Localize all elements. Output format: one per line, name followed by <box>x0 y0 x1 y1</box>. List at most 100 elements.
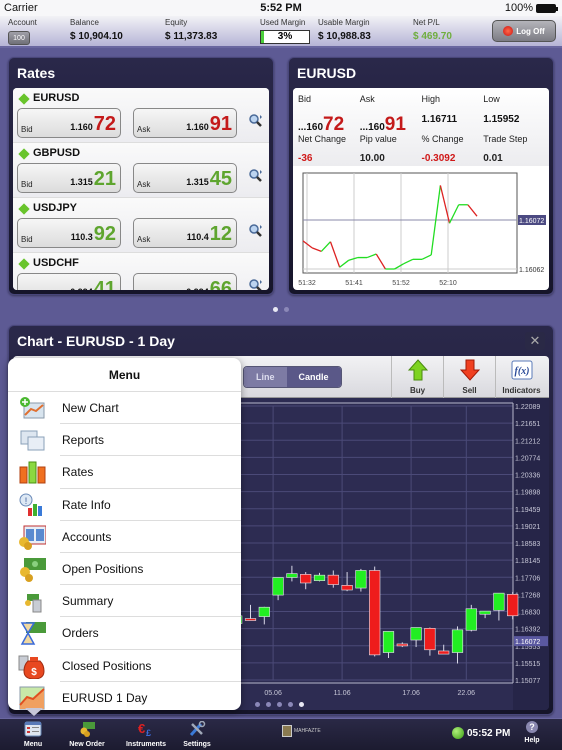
menu-item[interactable]: New Chart <box>8 392 241 425</box>
candle-up <box>286 573 298 578</box>
bid-prefix: 1.160 <box>70 122 93 132</box>
chart-type-toggle: Line Candle <box>243 366 342 388</box>
ask-pip: 45 <box>209 168 232 190</box>
bid-label: Bid <box>298 94 312 104</box>
candle-chart-toggle[interactable]: Candle <box>286 367 341 387</box>
y-tick-label: 1.19021 <box>515 524 540 531</box>
ask-prefix: 1.315 <box>186 177 209 187</box>
buy-button[interactable]: Buy <box>391 356 443 398</box>
menu-item[interactable]: Summary <box>8 585 241 618</box>
menu-item-label: Orders <box>62 626 99 641</box>
ask-quote-button[interactable]: Ask 1.16091 <box>133 108 237 138</box>
candle-up <box>313 574 326 581</box>
net-pl-label: Net P/L <box>413 18 440 27</box>
indicators-label: Indicators <box>502 386 541 395</box>
bid-prefix: 1.315 <box>70 177 93 187</box>
log-off-label: Log Off <box>516 26 545 36</box>
bid-quote-button[interactable]: Bid 1.16072 <box>17 108 121 138</box>
y-tick-label: 1.21651 <box>515 421 540 428</box>
menu-item[interactable]: EURUSD 1 Day <box>8 682 241 710</box>
candle-down <box>244 618 257 621</box>
bid-pip: 41 <box>93 278 116 290</box>
logo-mark-icon <box>282 725 292 737</box>
log-off-button[interactable]: Log Off <box>492 20 556 42</box>
tick-y-label: 1.16062 <box>519 267 544 274</box>
bid-price: 0.99441 <box>70 278 116 290</box>
page-dot[interactable] <box>277 702 282 707</box>
instruments-tab[interactable]: € £ Instruments <box>124 721 168 748</box>
ask-pip: 91 <box>209 113 232 135</box>
page-indicator-bottom[interactable] <box>255 702 304 707</box>
indicators-button[interactable]: f(x) Indicators <box>495 356 547 398</box>
menu-item[interactable]: Orders <box>8 617 241 650</box>
rates-list[interactable]: EURUSD Bid 1.16072 Ask 1.16091 GBPUSD Bid 1.315… <box>13 88 269 290</box>
tick-chart[interactable]: 51:32 51:41 51:52 52:10 1.16072 1.16062 <box>293 168 549 290</box>
magnifier-icon[interactable] <box>249 114 263 128</box>
menu-item[interactable]: Accounts <box>8 521 241 553</box>
menu-item[interactable]: Open Positions <box>8 553 241 586</box>
menu-item[interactable]: Reports <box>8 424 241 457</box>
status-time: 5:52 PM <box>260 2 302 14</box>
page-dot[interactable] <box>284 307 289 312</box>
page-dot[interactable] <box>255 702 260 707</box>
candle-up <box>479 610 491 615</box>
candle-down <box>507 594 519 617</box>
menu-icon <box>24 721 42 737</box>
balance-label: Balance <box>70 18 99 27</box>
new-order-tab-label: New Order <box>69 741 105 748</box>
bid-quote-button[interactable]: Bid 1.31521 <box>17 163 121 193</box>
ask-price: 0.99466 <box>186 278 232 290</box>
bottom-toolbar: Menu New Order € £ Instruments Settings M… <box>0 718 562 750</box>
trade-step-value: 0.01 <box>483 152 503 164</box>
bid-prefix: ...160 <box>298 122 324 134</box>
ask-quote-button[interactable]: Ask0.99466 <box>133 273 237 290</box>
y-tick-label: 1.18145 <box>515 558 540 565</box>
menu-item[interactable]: ! Rate Info <box>8 489 241 521</box>
rate-row[interactable]: EURUSD Bid 1.16072 Ask 1.16091 <box>13 88 269 143</box>
buy-arrow-icon <box>407 359 428 381</box>
magnifier-icon[interactable] <box>249 224 263 238</box>
ask-pip: 12 <box>209 223 232 245</box>
settings-tab-label: Settings <box>183 741 211 748</box>
ask-price: 1.16091 <box>186 113 232 136</box>
page-dot[interactable] <box>273 307 278 312</box>
new-order-tab[interactable]: New Order <box>66 721 108 748</box>
y-tick-label: 1.19459 <box>515 507 540 514</box>
x-tick-label: 17.06 <box>402 690 420 697</box>
bid-quote-button[interactable]: Bid 110.392 <box>17 218 121 248</box>
ask-quote-button[interactable]: Ask 1.31545 <box>133 163 237 193</box>
rate-row[interactable]: USDCHF Bid0.99441 Ask0.99466 <box>13 253 269 290</box>
account-button[interactable]: 100 <box>8 31 30 45</box>
page-dot[interactable] <box>266 702 271 707</box>
settings-tab[interactable]: Settings <box>182 720 212 748</box>
magnifier-icon[interactable] <box>249 279 263 290</box>
bid-quote-button[interactable]: Bid0.99441 <box>17 273 121 290</box>
page-dot[interactable] <box>288 702 293 707</box>
current-price-label: 1.16072 <box>515 639 540 646</box>
page-indicator-top[interactable] <box>273 307 289 312</box>
page-dot[interactable] <box>299 702 304 707</box>
y-tick-label: 1.20336 <box>515 473 540 480</box>
menu-tab[interactable]: Menu <box>20 721 46 748</box>
help-tab[interactable]: ? Help <box>520 721 544 744</box>
ask-quote-button[interactable]: Ask 110.412 <box>133 218 237 248</box>
menu-item-label: Rates <box>62 465 94 480</box>
close-chart-button[interactable]: ✕ <box>525 332 545 350</box>
candle-down <box>424 628 436 651</box>
status-diamond-icon <box>18 203 30 215</box>
rate-row[interactable]: GBPUSD Bid 1.31521 Ask 1.31545 <box>13 143 269 198</box>
status-diamond-icon <box>18 93 30 105</box>
svg-text:$: $ <box>31 667 37 678</box>
y-tick-label: 1.16392 <box>515 627 540 634</box>
menu-item[interactable]: $ Closed Positions <box>8 650 241 682</box>
line-chart-toggle[interactable]: Line <box>244 367 287 387</box>
menu-item[interactable]: Rates <box>8 456 241 489</box>
sell-button[interactable]: Sell <box>443 356 495 398</box>
function-icon: f(x) <box>511 360 532 380</box>
ask-label: Ask <box>137 235 151 244</box>
chart-panel-title: Chart - EURUSD - 1 Day <box>17 333 175 349</box>
rate-row[interactable]: USDJPY Bid 110.392 Ask 110.412 <box>13 198 269 253</box>
magnifier-icon[interactable] <box>249 169 263 183</box>
y-tick-label: 1.19898 <box>515 490 540 497</box>
battery-indicator: 100% <box>505 2 558 14</box>
